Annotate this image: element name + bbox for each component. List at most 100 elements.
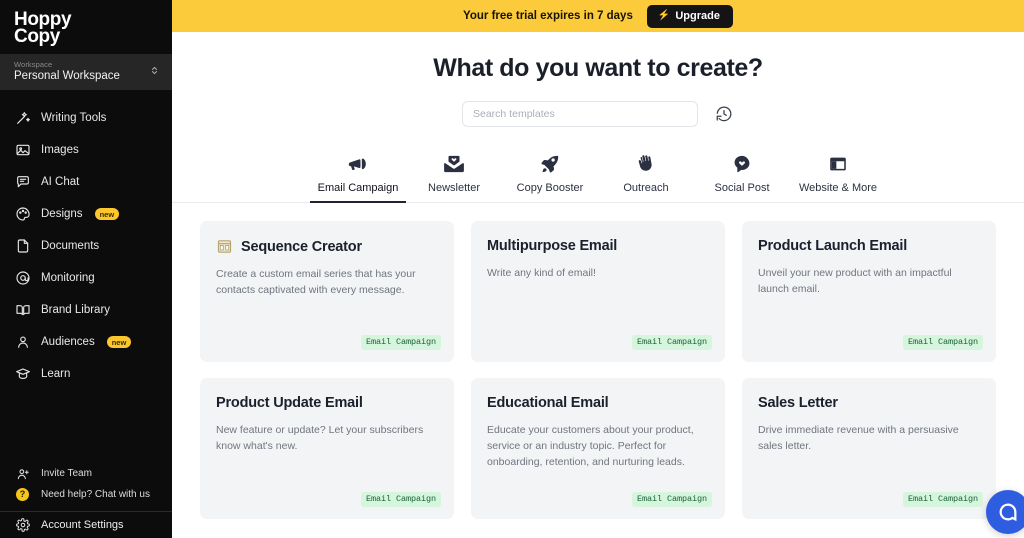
main-content: Your free trial expires in 7 days ⚡ Upgr…	[172, 0, 1024, 538]
support-chat-button[interactable]	[986, 490, 1024, 534]
sidebar-item-documents[interactable]: Documents	[0, 230, 172, 262]
sidebar-item-label: Audiences	[41, 336, 95, 348]
search-row	[172, 101, 1024, 127]
rocket-icon	[539, 153, 561, 175]
search-input[interactable]	[462, 101, 698, 127]
sidebar-item-label: Brand Library	[41, 304, 111, 316]
tab-label: Website & More	[798, 182, 878, 194]
template-card-sales-letter[interactable]: Sales Letter Drive immediate revenue wit…	[742, 378, 996, 519]
card-category-tag: Email Campaign	[360, 492, 441, 507]
sidebar-item-audiences[interactable]: Audiences new	[0, 326, 172, 358]
help-chat-label: Need help? Chat with us	[41, 489, 150, 500]
card-description: New feature or update? Let your subscrib…	[216, 424, 424, 452]
workspace-name: Personal Workspace	[14, 69, 120, 82]
user-plus-icon	[14, 467, 31, 481]
card-title: Sales Letter	[758, 395, 838, 411]
card-category-tag: Email Campaign	[360, 335, 441, 350]
card-title: Product Launch Email	[758, 238, 908, 254]
hero-section: What do you want to create?	[172, 32, 1024, 83]
card-description: Drive immediate revenue with a persuasiv…	[758, 424, 959, 452]
tab-label: Newsletter	[428, 182, 480, 194]
tab-website-and-more[interactable]: Website & More	[790, 149, 886, 203]
template-card-multipurpose-email[interactable]: Multipurpose Email Write any kind of ema…	[471, 221, 725, 362]
tab-label: Email Campaign	[317, 182, 399, 194]
tab-label: Copy Booster	[516, 182, 584, 194]
sidebar-footer: Invite Team ? Need help? Chat with us Ac…	[0, 463, 172, 538]
trial-banner: Your free trial expires in 7 days ⚡ Upgr…	[172, 0, 1024, 32]
category-tabs: Email Campaign Newsletter Copy Booster O…	[172, 149, 1024, 203]
user-icon	[14, 334, 31, 351]
sidebar-item-images[interactable]: Images	[0, 134, 172, 166]
sidebar-item-writing-tools[interactable]: Writing Tools	[0, 102, 172, 134]
invite-team-label: Invite Team	[41, 468, 92, 479]
card-head: Educational Email	[487, 395, 707, 411]
template-card-educational-email[interactable]: Educational Email Educate your customers…	[471, 378, 725, 519]
sidebar-item-monitoring[interactable]: Monitoring	[0, 262, 172, 294]
card-title: Educational Email	[487, 395, 609, 411]
sidebar-item-label: Images	[41, 144, 79, 156]
sidebar-item-label: AI Chat	[41, 176, 80, 188]
new-badge: new	[94, 208, 120, 220]
book-open-icon	[14, 302, 31, 319]
brand-logo[interactable]: Hoppy Copy	[0, 0, 172, 54]
sidebar-item-learn[interactable]: Learn	[0, 358, 172, 390]
sequence-grid-icon	[216, 238, 233, 255]
tab-outreach[interactable]: Outreach	[598, 149, 694, 203]
palette-icon	[14, 206, 31, 223]
card-description: Unveil your new product with an impactfu…	[758, 267, 952, 295]
card-title: Multipurpose Email	[487, 238, 618, 254]
history-button[interactable]	[714, 104, 734, 124]
speech-bubble-heart-icon	[731, 153, 753, 175]
document-icon	[14, 238, 31, 255]
sidebar-item-label: Designs	[41, 208, 83, 220]
chevron-updown-icon	[149, 65, 160, 78]
workspace-selector[interactable]: Workspace Personal Workspace	[0, 54, 172, 90]
sidebar-item-designs[interactable]: Designs new	[0, 198, 172, 230]
new-badge: new	[106, 336, 132, 348]
card-description: Write any kind of email!	[487, 267, 596, 279]
trial-banner-text: Your free trial expires in 7 days	[463, 10, 633, 22]
tab-newsletter[interactable]: Newsletter	[406, 149, 502, 203]
question-mark-glyph: ?	[16, 488, 29, 501]
upgrade-button[interactable]: ⚡ Upgrade	[646, 4, 733, 28]
tab-copy-booster[interactable]: Copy Booster	[502, 149, 598, 203]
invite-team-button[interactable]: Invite Team	[0, 463, 172, 484]
template-card-sequence-creator[interactable]: Sequence Creator Create a custom email s…	[200, 221, 454, 362]
tab-social-post[interactable]: Social Post	[694, 149, 790, 203]
sidebar-nav: Writing Tools Images AI Chat Designs new…	[0, 90, 172, 463]
template-card-product-launch-email[interactable]: Product Launch Email Unveil your new pro…	[742, 221, 996, 362]
browser-window-icon	[827, 153, 849, 175]
card-category-tag: Email Campaign	[631, 492, 712, 507]
account-settings-button[interactable]: Account Settings	[0, 512, 172, 538]
card-head: Multipurpose Email	[487, 238, 707, 254]
card-head: Product Launch Email	[758, 238, 978, 254]
megaphone-icon	[347, 153, 369, 175]
card-category-tag: Email Campaign	[902, 335, 983, 350]
chat-bubble-icon	[14, 174, 31, 191]
card-category-tag: Email Campaign	[902, 492, 983, 507]
card-head: Product Update Email	[216, 395, 436, 411]
card-description: Educate your customers about your produc…	[487, 424, 694, 468]
template-card-product-update-email[interactable]: Product Update Email New feature or upda…	[200, 378, 454, 519]
card-category-tag: Email Campaign	[631, 335, 712, 350]
app-root: Hoppy Copy Workspace Personal Workspace	[0, 0, 1024, 538]
card-title: Product Update Email	[216, 395, 363, 411]
card-head: Sales Letter	[758, 395, 978, 411]
waving-hand-icon	[635, 153, 657, 175]
envelope-heart-icon	[443, 153, 465, 175]
help-chat-button[interactable]: ? Need help? Chat with us	[0, 484, 172, 505]
workspace-label: Workspace	[14, 59, 53, 69]
card-head: Sequence Creator	[216, 238, 436, 255]
tab-email-campaign[interactable]: Email Campaign	[310, 149, 406, 203]
image-icon	[14, 142, 31, 159]
tab-label: Social Post	[714, 182, 770, 194]
sidebar-item-ai-chat[interactable]: AI Chat	[0, 166, 172, 198]
history-clock-icon	[715, 105, 733, 123]
account-settings-label: Account Settings	[41, 519, 124, 531]
sidebar-item-brand-library[interactable]: Brand Library	[0, 294, 172, 326]
card-description: Create a custom email series that has yo…	[216, 268, 416, 296]
page-title: What do you want to create?	[433, 54, 763, 82]
magic-wand-icon	[14, 110, 31, 127]
support-chat-icon	[997, 501, 1019, 523]
upgrade-button-label: Upgrade	[675, 9, 720, 22]
